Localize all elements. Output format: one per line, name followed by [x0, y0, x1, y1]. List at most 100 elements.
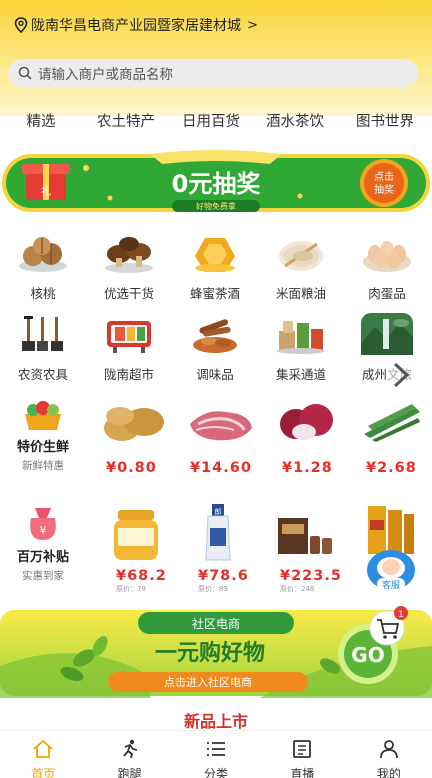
user-icon	[379, 740, 398, 759]
money-bag-icon: ¥	[30, 508, 56, 540]
scenery-icon	[361, 313, 413, 355]
mushroom-icon	[105, 237, 153, 273]
bulk-goods-icon	[277, 321, 325, 354]
location-selector[interactable]: 陇南华昌电商产业园暨家居建材城 >	[14, 14, 258, 36]
category-seasoning[interactable]: 调味品	[172, 313, 258, 383]
meat-icon[interactable]	[186, 404, 256, 444]
tab-drinks-tea[interactable]: 酒水茶饮	[252, 110, 338, 136]
list-icon	[207, 742, 226, 756]
tab-category[interactable]: 分类	[173, 731, 259, 778]
tab-label: 首页	[31, 767, 56, 778]
tab-home[interactable]: 首页	[0, 731, 86, 778]
onion-icon[interactable]	[274, 400, 338, 444]
customer-service-label: 客服	[382, 579, 400, 591]
tab-mine[interactable]: 我的	[346, 731, 432, 778]
category-farm-tools[interactable]: 农资农具	[0, 313, 86, 383]
walnut-icon	[19, 237, 67, 272]
category-bulk-purchase[interactable]: 集采通道	[258, 313, 344, 383]
location-pin-icon	[14, 17, 28, 33]
scroll-right-arrow-icon[interactable]	[386, 356, 416, 394]
fresh-price-potato: ¥0.80	[106, 460, 157, 476]
fresh-deals-section: 特价生鲜 新鲜特惠 ¥0.80 ¥14.60 ¥1.28 ¥2.68	[0, 394, 432, 486]
category-label: 集采通道	[275, 367, 326, 382]
runner-icon	[122, 739, 137, 759]
fresh-deals-title: 特价生鲜	[16, 440, 69, 455]
tab-books[interactable]: 图书世界	[338, 110, 432, 136]
potato-icon[interactable]	[98, 402, 168, 444]
category-dried-goods[interactable]: 优选干货	[86, 232, 172, 302]
search-bar[interactable]: 请输入商户或商品名称	[8, 59, 418, 87]
lottery-button-line2: 抽奖	[374, 183, 394, 196]
tab-label: 分类	[204, 767, 229, 778]
okra-icon[interactable]	[360, 402, 424, 442]
category-label: 肉蛋品	[368, 286, 406, 301]
header: 陇南华昌电商产业园暨家居建材城 > 请输入商户或商品名称	[0, 0, 432, 116]
tab-daily-goods[interactable]: 日用百货	[170, 110, 252, 136]
tab-local-specialties[interactable]: 农土特产	[82, 110, 170, 136]
live-icon	[293, 740, 312, 758]
category-honey[interactable]: 蜂蜜茶酒	[172, 232, 258, 302]
honey-icon	[195, 238, 235, 272]
category-label: 蜂蜜茶酒	[189, 286, 240, 301]
category-label: 农资农具	[17, 367, 68, 382]
cart-button[interactable]: 1	[365, 606, 411, 646]
category-grain-oil[interactable]: 米面粮油	[258, 232, 344, 302]
category-grid-row-1: 核桃 优选干货 蜂蜜茶酒 米面粮油 肉蛋品	[0, 232, 432, 302]
spice-icon	[193, 319, 237, 353]
subsidy-price-tea: ¥223.5	[280, 568, 342, 584]
new-products-title: 新品上市	[183, 712, 248, 731]
lottery-button-line1: 点击	[374, 171, 394, 183]
eggs-icon	[363, 241, 411, 272]
category-meat-eggs[interactable]: 肉蛋品	[344, 232, 430, 302]
fresh-price-meat: ¥14.60	[190, 460, 252, 476]
subsidy-price-honey: ¥68.2	[116, 568, 167, 584]
tab-label: 直播	[290, 767, 315, 778]
category-grid-row-2: 农资农具 陇南超市 调味品 集采通道	[0, 313, 432, 383]
subsidy-original-tea: 原价：248	[280, 585, 315, 593]
tab-live[interactable]: 直播	[259, 731, 345, 778]
chevron-right-icon: >	[247, 17, 258, 33]
tab-label: 跑腿	[117, 767, 142, 778]
tea-box-icon[interactable]	[274, 512, 336, 558]
category-longnan-supermarket[interactable]: 陇南超市	[86, 313, 172, 383]
lottery-subtitle: 好物免费拿	[196, 201, 236, 211]
lottery-button[interactable]: 点击 抽奖	[360, 159, 408, 207]
supermarket-icon	[107, 321, 151, 353]
fresh-deals-header[interactable]: 特价生鲜 新鲜特惠	[0, 394, 86, 473]
app-root: 陇南华昌电商产业园暨家居建材城 > 请输入商户或商品名称 精选 农土特产 日用百…	[0, 0, 432, 778]
svg-text:礼: 礼	[41, 185, 51, 198]
subsidy-header[interactable]: ¥ 百万补贴 实惠到家	[0, 498, 86, 583]
category-label: 核桃	[30, 286, 56, 301]
category-walnut[interactable]: 核桃	[0, 232, 86, 302]
customer-service-button[interactable]: 客服	[366, 548, 416, 594]
fresh-price-okra: ¥2.68	[366, 460, 417, 476]
svg-text:¥: ¥	[40, 524, 47, 537]
tab-errand[interactable]: 跑腿	[86, 731, 172, 778]
svg-text:郎: 郎	[215, 507, 222, 516]
community-button: 点击进入社区电商	[164, 675, 252, 689]
fresh-deals-subtitle: 新鲜特惠	[22, 460, 64, 472]
vegetable-basket-icon	[25, 401, 61, 430]
lottery-title: 0元抽奖	[172, 170, 262, 198]
subsidy-price-liquor: ¥78.6	[198, 568, 249, 584]
lottery-banner[interactable]: 礼 0元抽奖 好物免费拿 点击 抽奖	[0, 150, 432, 216]
category-label: 陇南超市	[103, 367, 154, 382]
search-icon	[18, 66, 32, 80]
subsidy-original-honey: 原价：79	[116, 585, 146, 593]
community-tag: 社区电商	[192, 616, 240, 631]
subsidy-original-liquor: 原价：89	[198, 585, 228, 593]
subsidy-subtitle: 实惠到家	[22, 570, 64, 582]
grain-icon	[279, 241, 323, 271]
honey-jar-icon[interactable]	[108, 506, 164, 562]
home-icon	[33, 739, 53, 758]
subsidy-title: 百万补贴	[16, 550, 69, 565]
liquor-bottle-icon[interactable]: 郎	[198, 502, 238, 562]
tab-featured[interactable]: 精选	[0, 110, 82, 136]
bottom-tab-bar: 首页 跑腿 分类 直播 我的	[0, 730, 432, 778]
cart-badge: 1	[398, 610, 404, 620]
category-tabs: 精选 农土特产 日用百货 酒水茶饮 图书世界	[0, 110, 432, 136]
community-go: GO	[351, 643, 384, 667]
fresh-price-onion: ¥1.28	[282, 460, 333, 476]
tab-label: 我的	[376, 767, 401, 778]
tools-icon	[22, 316, 63, 351]
